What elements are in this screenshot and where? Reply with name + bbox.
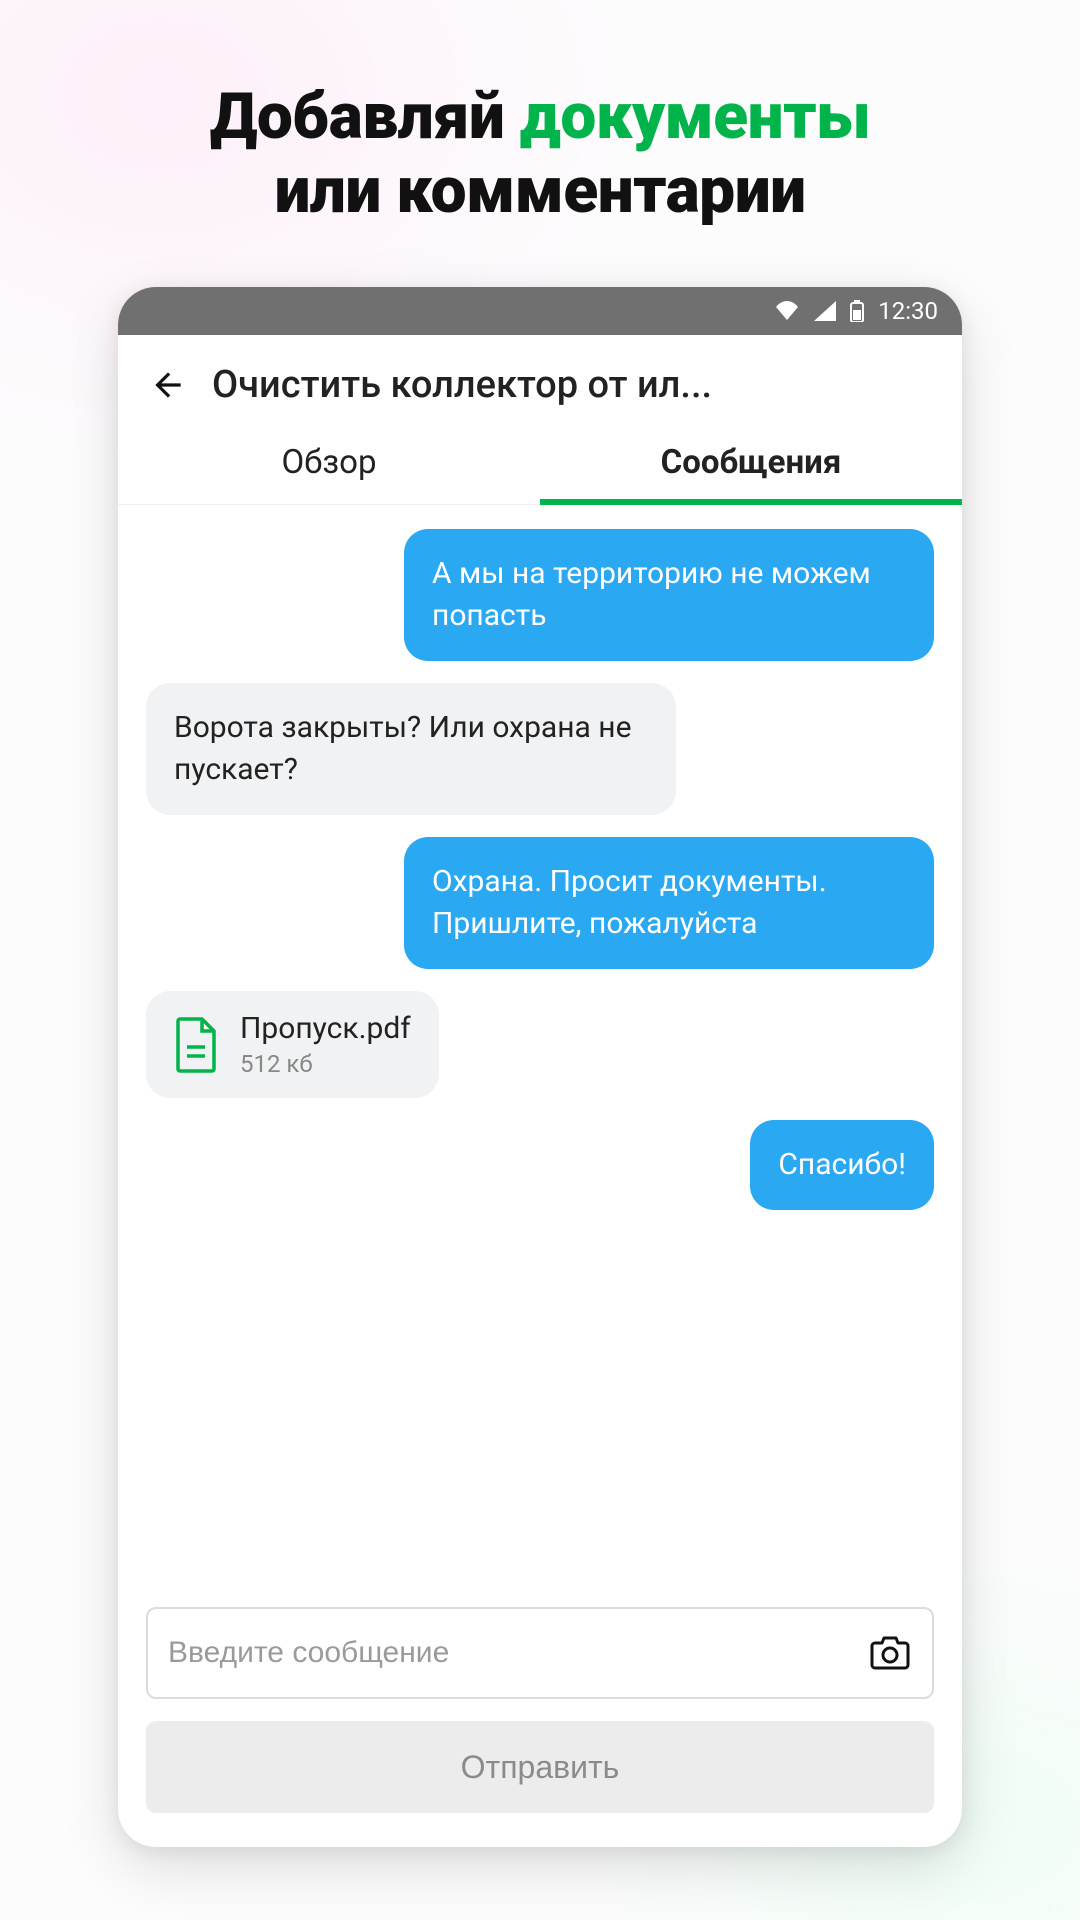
chat-area: А мы на территорию не можем попасть Воро…: [118, 505, 962, 1589]
tab-messages[interactable]: Сообщения: [540, 425, 962, 504]
message-sent: Охрана. Просит документы. Пришлите, пожа…: [404, 837, 934, 969]
back-button[interactable]: [146, 363, 190, 407]
promo-line1-part1: Добавляй: [210, 79, 520, 154]
nav-header: Очистить коллектор от ил...: [118, 335, 962, 425]
message-sent: А мы на территорию не можем попасть: [404, 529, 934, 661]
signal-icon: [814, 301, 836, 321]
promo-line1-accent: документы: [520, 79, 871, 154]
phone-frame: 12:30 Очистить коллектор от ил... Обзор …: [118, 287, 962, 1847]
promo-line2: или комментарии: [274, 153, 805, 228]
arrow-left-icon: [149, 366, 187, 404]
wifi-icon: [774, 301, 800, 321]
file-size: 512 кб: [240, 1050, 411, 1078]
file-meta: Пропуск.pdf 512 кб: [240, 1011, 411, 1078]
tab-overview[interactable]: Обзор: [118, 425, 540, 504]
page-title: Очистить коллектор от ил...: [212, 363, 712, 407]
promo-headline: Добавляй документы или комментарии: [210, 80, 870, 227]
message-received: Ворота закрыты? Или охрана не пускает?: [146, 683, 676, 815]
document-icon: [174, 1017, 218, 1073]
message-sent: Спасибо!: [750, 1120, 934, 1210]
compose-area: Отправить: [118, 1589, 962, 1847]
status-bar: 12:30: [118, 287, 962, 335]
camera-icon: [870, 1635, 910, 1671]
message-input-row: [146, 1607, 934, 1699]
file-attachment[interactable]: Пропуск.pdf 512 кб: [146, 991, 439, 1098]
message-input[interactable]: [168, 1636, 868, 1670]
camera-button[interactable]: [868, 1631, 912, 1675]
status-time: 12:30: [878, 297, 938, 325]
tab-row: Обзор Сообщения: [118, 425, 962, 505]
file-name: Пропуск.pdf: [240, 1011, 411, 1046]
send-button[interactable]: Отправить: [146, 1721, 934, 1813]
battery-icon: [850, 300, 864, 322]
